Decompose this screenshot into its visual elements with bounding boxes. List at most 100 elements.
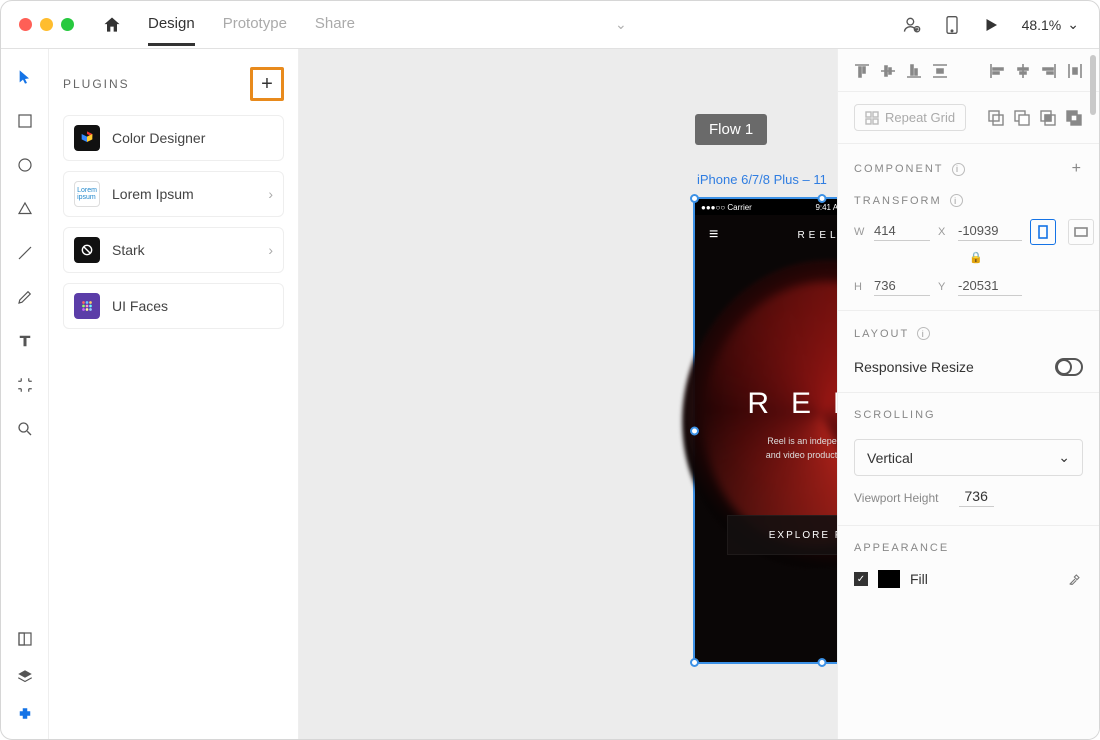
width-input[interactable]: 414 bbox=[874, 223, 930, 241]
resize-handle-tm[interactable] bbox=[817, 194, 826, 203]
height-input[interactable]: 736 bbox=[874, 278, 930, 296]
scroll-direction-value: Vertical bbox=[867, 450, 913, 466]
lorem-icon: Loremipsum bbox=[74, 181, 100, 207]
resize-handle-ml[interactable] bbox=[690, 426, 699, 435]
plugins-panel-icon[interactable] bbox=[15, 705, 35, 725]
portrait-orientation-button[interactable] bbox=[1030, 219, 1056, 245]
resize-handle-tl[interactable] bbox=[690, 194, 699, 203]
scroll-direction-select[interactable]: Vertical ⌄ bbox=[854, 439, 1083, 476]
viewport-height-input[interactable]: 736 bbox=[959, 488, 994, 507]
explore-films-button: EXPLORE FILMS bbox=[727, 515, 837, 555]
traffic-lights bbox=[19, 18, 74, 31]
scrollbar-thumb[interactable] bbox=[1090, 55, 1096, 115]
distribute-h-icon[interactable] bbox=[1067, 63, 1083, 79]
app-window: Design Prototype Share ⌄ 48.1% ⌄ bbox=[0, 0, 1100, 740]
info-icon[interactable]: i bbox=[952, 163, 965, 176]
plugins-heading: PLUGINS bbox=[63, 77, 130, 91]
align-top-icon[interactable] bbox=[854, 63, 870, 79]
chevron-right-icon: › bbox=[268, 242, 273, 258]
layers-panel-icon[interactable] bbox=[15, 667, 35, 687]
plugin-ui-faces[interactable]: UI Faces bbox=[63, 283, 284, 329]
hero-subtitle: Reel is an independent film and video pr… bbox=[695, 435, 837, 462]
landscape-orientation-button[interactable] bbox=[1068, 219, 1094, 245]
info-icon[interactable]: i bbox=[950, 194, 963, 207]
invite-user-icon[interactable] bbox=[902, 15, 922, 35]
plugin-label: Stark bbox=[112, 242, 145, 258]
align-vcenter-icon[interactable] bbox=[880, 63, 896, 79]
artboard[interactable]: ●●●○○ Carrier 9:41 AM ⚡ 42% ▮ ≡ REEL ⚙ R… bbox=[695, 199, 837, 662]
x-input[interactable]: -10939 bbox=[958, 223, 1022, 241]
boolean-exclude-icon[interactable] bbox=[1065, 109, 1083, 127]
appearance-section-label: APPEARANCE bbox=[838, 526, 1099, 562]
component-section-label: COMPONENTi + bbox=[838, 144, 1099, 186]
zoom-window-button[interactable] bbox=[61, 18, 74, 31]
artboard-tool-icon[interactable] bbox=[15, 375, 35, 395]
plugin-lorem-ipsum[interactable]: Loremipsum Lorem Ipsum › bbox=[63, 171, 284, 217]
lock-aspect-icon[interactable]: 🔒 bbox=[854, 251, 1098, 264]
polygon-tool-icon[interactable] bbox=[15, 199, 35, 219]
select-tool-icon[interactable] bbox=[15, 67, 35, 87]
viewport-height-row: Viewport Height 736 bbox=[838, 488, 1099, 526]
fill-label: Fill bbox=[910, 571, 928, 587]
align-left-icon[interactable] bbox=[989, 63, 1005, 79]
title-bar: Design Prototype Share ⌄ 48.1% ⌄ bbox=[1, 1, 1099, 49]
align-hcenter-icon[interactable] bbox=[1015, 63, 1031, 79]
plugin-stark[interactable]: Stark › bbox=[63, 227, 284, 273]
plugin-label: Lorem Ipsum bbox=[112, 186, 194, 202]
mode-tabs: Design Prototype Share bbox=[148, 3, 355, 46]
hamburger-icon: ≡ bbox=[709, 226, 717, 244]
plugin-label: Color Designer bbox=[112, 130, 205, 146]
distribute-v-icon[interactable] bbox=[932, 63, 948, 79]
chevron-down-icon: ⌄ bbox=[1058, 449, 1070, 466]
zoom-tool-icon[interactable] bbox=[15, 419, 35, 439]
align-bottom-icon[interactable] bbox=[906, 63, 922, 79]
play-preview-icon[interactable] bbox=[982, 16, 1000, 34]
responsive-resize-toggle[interactable] bbox=[1055, 358, 1083, 376]
plugin-color-designer[interactable]: Color Designer bbox=[63, 115, 284, 161]
status-time: 9:41 AM bbox=[815, 203, 837, 212]
resize-handle-bm[interactable] bbox=[817, 658, 826, 667]
repeat-grid-row: Repeat Grid bbox=[838, 92, 1099, 144]
transform-grid: W 414 X -10939 🔒 H 736 Y -20531 bbox=[838, 215, 1099, 311]
artboard-selection[interactable]: ●●●○○ Carrier 9:41 AM ⚡ 42% ▮ ≡ REEL ⚙ R… bbox=[695, 199, 837, 662]
ellipse-tool-icon[interactable] bbox=[15, 155, 35, 175]
tab-share[interactable]: Share bbox=[315, 3, 355, 46]
close-window-button[interactable] bbox=[19, 18, 32, 31]
eyedropper-icon[interactable] bbox=[1067, 571, 1083, 587]
design-canvas[interactable]: Flow 1 iPhone 6/7/8 Plus – 11 ●●●○○ Carr… bbox=[299, 49, 837, 739]
home-icon[interactable] bbox=[102, 15, 122, 35]
artboard-name-label[interactable]: iPhone 6/7/8 Plus – 11 bbox=[697, 172, 827, 187]
plugins-panel: PLUGINS + Color Designer Loremipsum Lore… bbox=[49, 49, 299, 739]
zoom-control[interactable]: 48.1% ⌄ bbox=[1022, 16, 1079, 33]
fill-color-swatch[interactable] bbox=[878, 570, 900, 588]
transform-section-label: TRANSFORMi bbox=[838, 186, 1099, 215]
chevron-right-icon: › bbox=[268, 186, 273, 202]
align-right-icon[interactable] bbox=[1041, 63, 1057, 79]
line-tool-icon[interactable] bbox=[15, 243, 35, 263]
device-preview-icon[interactable] bbox=[944, 15, 960, 35]
document-dropdown-icon[interactable]: ⌄ bbox=[615, 16, 627, 33]
rectangle-tool-icon[interactable] bbox=[15, 111, 35, 131]
boolean-subtract-icon[interactable] bbox=[1013, 109, 1031, 127]
responsive-resize-label: Responsive Resize bbox=[854, 359, 974, 375]
layout-section-label: LAYOUTi bbox=[838, 311, 1099, 348]
boolean-add-icon[interactable] bbox=[987, 109, 1005, 127]
fill-enabled-checkbox[interactable]: ✓ bbox=[854, 572, 868, 586]
flow-badge[interactable]: Flow 1 bbox=[695, 114, 767, 145]
tab-design[interactable]: Design bbox=[148, 3, 195, 46]
pen-tool-icon[interactable] bbox=[15, 287, 35, 307]
text-tool-icon[interactable] bbox=[15, 331, 35, 351]
tab-prototype[interactable]: Prototype bbox=[223, 3, 287, 46]
info-icon[interactable]: i bbox=[917, 327, 930, 340]
add-plugin-button[interactable]: + bbox=[250, 67, 284, 101]
cube-icon bbox=[74, 125, 100, 151]
resize-handle-bl[interactable] bbox=[690, 658, 699, 667]
boolean-intersect-icon[interactable] bbox=[1039, 109, 1057, 127]
repeat-grid-button[interactable]: Repeat Grid bbox=[854, 104, 966, 131]
width-label: W bbox=[854, 226, 866, 238]
minimize-window-button[interactable] bbox=[40, 18, 53, 31]
y-input[interactable]: -20531 bbox=[958, 278, 1022, 296]
add-component-button[interactable]: + bbox=[1072, 160, 1083, 178]
assets-panel-icon[interactable] bbox=[15, 629, 35, 649]
y-label: Y bbox=[938, 281, 950, 293]
